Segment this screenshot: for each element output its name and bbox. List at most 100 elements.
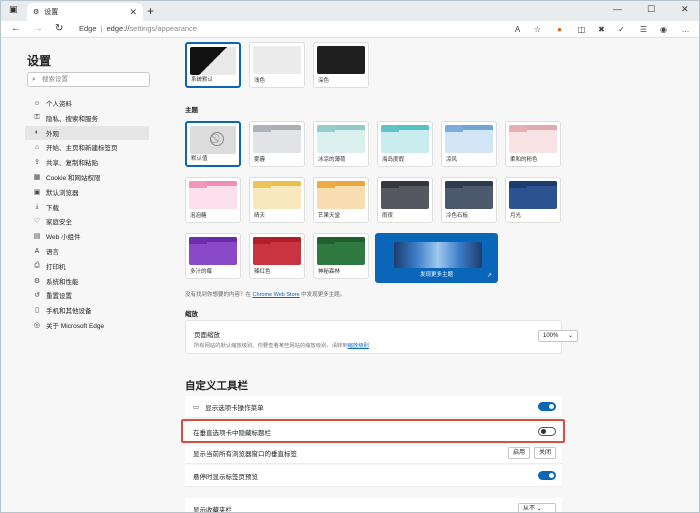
hover-preview-toggle[interactable]: [538, 471, 556, 480]
refresh-icon[interactable]: ↻: [55, 23, 63, 34]
sidebar-item-label: 重置设置: [46, 293, 72, 301]
sidebar-item-label: 共享、复制和粘贴: [46, 160, 98, 168]
theme-tile-7[interactable]: 晴天: [249, 177, 305, 223]
tab-actions-toggle[interactable]: [538, 402, 556, 411]
sidebar-item-10[interactable]: A 语言: [25, 244, 149, 258]
theme-tile-12[interactable]: 多汁的莓: [185, 233, 241, 279]
sidebar-item-0[interactable]: ☺ 个人资料: [25, 96, 149, 110]
theme-label: 芒果天堂: [318, 213, 341, 219]
toolbar-title: 自定义工具栏: [185, 380, 248, 392]
sidebar-item-11[interactable]: ⎙ 打印机: [25, 259, 149, 273]
sidebar-item-3[interactable]: ⌂ 开始、主页和新建标签页: [25, 140, 149, 154]
theme-top-bar: [335, 237, 365, 242]
phone-icon: ▯: [35, 307, 39, 315]
sidebar-item-8[interactable]: ♡ 家庭安全: [25, 214, 149, 228]
sidebar-item-14[interactable]: ▯ 手机和其他设备: [25, 303, 149, 317]
discover-themes-tile[interactable]: 发现更多主题 ↗: [375, 233, 498, 283]
theme-top-bar: [399, 181, 429, 186]
chrome-web-store-link[interactable]: Chrome Web Store: [253, 292, 300, 298]
sidebar-item-1[interactable]: ⚿ 隐私、搜索和服务: [25, 111, 149, 125]
language-icon: A: [34, 247, 40, 255]
zoom-level-link[interactable]: 缩放级别: [348, 343, 369, 349]
theme-label: 雨夜: [382, 213, 394, 219]
mode-option-1[interactable]: 浅色: [249, 42, 305, 88]
theme-preview: [445, 181, 493, 209]
sidebar-item-4[interactable]: ⇪ 共享、复制和粘贴: [25, 155, 149, 169]
theme-tile-8[interactable]: 芒果天堂: [313, 177, 369, 223]
sidebar-item-label: 下载: [46, 204, 59, 212]
theme-label: 雾霾: [254, 157, 266, 163]
tab-settings[interactable]: ⚙ 设置 ✕: [27, 3, 143, 21]
tab-actions-icon[interactable]: ▣: [9, 4, 18, 15]
favorites-list-icon[interactable]: ☰: [637, 23, 650, 36]
sidebar-item-2[interactable]: ◐ 外观: [25, 125, 149, 140]
lock-icon: ⚿: [34, 113, 40, 121]
theme-preview: [317, 181, 365, 209]
search-input[interactable]: ⌕ 搜索设置: [27, 72, 150, 87]
favorite-star-icon[interactable]: ☆: [531, 23, 544, 36]
collections-icon[interactable]: ✓: [615, 23, 628, 36]
address-bar-row: ← → ↻ Edge | edge://settings/appearance A …: [1, 21, 699, 38]
favorites-bar-select[interactable]: 从不 ⌄: [518, 503, 556, 512]
maximize-icon[interactable]: ☐: [647, 4, 655, 15]
profile-icon[interactable]: ◉: [657, 23, 670, 36]
theme-tile-1[interactable]: 雾霾: [249, 121, 305, 167]
sidebar-item-label: 语言: [46, 249, 59, 256]
sidebar-item-12[interactable]: ⚙ 系统和性能: [25, 274, 149, 288]
theme-preview: [509, 125, 557, 153]
read-aloud-icon[interactable]: A: [511, 23, 524, 36]
theme-tile-14[interactable]: 神秘森林: [313, 233, 369, 279]
close-tab-icon[interactable]: ✕: [129, 7, 137, 18]
theme-top-bar: [463, 125, 493, 130]
theme-tile-5[interactable]: 柔和的粉色: [505, 121, 561, 167]
minimize-icon[interactable]: —: [613, 4, 622, 14]
mode-option-0[interactable]: 系统默认: [185, 42, 241, 88]
row-label: 显示当前所有浏览器窗口的垂直标签: [193, 450, 297, 458]
theme-tab-strip: [317, 125, 335, 132]
mode-label: 深色: [318, 78, 330, 84]
zoom-select[interactable]: 100% ⌄: [538, 330, 578, 342]
theme-tile-9[interactable]: 雨夜: [377, 177, 433, 223]
theme-tile-13[interactable]: 辣红色: [249, 233, 305, 279]
theme-tab-strip: [509, 125, 527, 132]
theme-preview: [317, 125, 365, 153]
themes-preview-image: [394, 242, 482, 268]
tools-icon[interactable]: ✖: [595, 23, 608, 36]
forward-icon[interactable]: →: [33, 23, 43, 34]
back-icon[interactable]: ←: [11, 23, 21, 34]
theme-tile-11[interactable]: 月光: [505, 177, 561, 223]
row-favorites-bar: 显示收藏夹栏 从不 ⌄: [185, 498, 562, 512]
sidebar-item-label: Web 小组件: [46, 234, 81, 242]
vertical-on-button[interactable]: 启用: [507, 447, 530, 459]
vertical-off-button[interactable]: 关闭: [533, 447, 556, 459]
sidebar-item-15[interactable]: ◎ 关于 Microsoft Edge: [25, 318, 149, 332]
sidebar-item-7[interactable]: ⤓ 下载: [25, 200, 149, 214]
sidebar-item-label: 系统和性能: [46, 278, 79, 286]
theme-tab-strip: [253, 125, 271, 132]
row-hover-preview: 悬停时显示标签页预览: [185, 465, 562, 487]
sidebar-item-6[interactable]: ▣ 默认浏览器: [25, 185, 149, 199]
theme-label: 晴天: [254, 213, 266, 219]
theme-tile-3[interactable]: 海岛度假: [377, 121, 433, 167]
new-tab-button[interactable]: +: [147, 4, 154, 18]
sidebar-item-5[interactable]: ▦ Cookie 和网站权限: [25, 170, 149, 184]
sidebar-item-13[interactable]: ↺ 重置设置: [25, 288, 149, 302]
theme-tile-0[interactable]: ⃠ 默认值: [185, 121, 241, 167]
theme-tile-10[interactable]: 冷色石板: [441, 177, 497, 223]
more-menu-icon[interactable]: …: [679, 23, 692, 36]
theme-tab-strip: [253, 181, 271, 188]
sidebar-item-label: 外观: [46, 130, 59, 138]
extension-icon[interactable]: ●: [553, 23, 566, 36]
address-field[interactable]: Edge | edge://settings/appearance: [79, 24, 197, 33]
theme-tile-6[interactable]: 泡泡糖: [185, 177, 241, 223]
theme-preview: [189, 237, 237, 265]
split-screen-icon[interactable]: ◫: [575, 23, 588, 36]
close-window-icon[interactable]: ✕: [681, 4, 689, 15]
sidebar-item-9[interactable]: ▤ Web 小组件: [25, 229, 149, 243]
theme-tab-strip: [381, 181, 399, 188]
favorites-value: 从不: [523, 506, 536, 512]
theme-tile-4[interactable]: 凉风: [441, 121, 497, 167]
theme-preview: [253, 125, 301, 153]
theme-tile-2[interactable]: 冰凉的薄荷: [313, 121, 369, 167]
mode-option-2[interactable]: 深色: [313, 42, 369, 88]
